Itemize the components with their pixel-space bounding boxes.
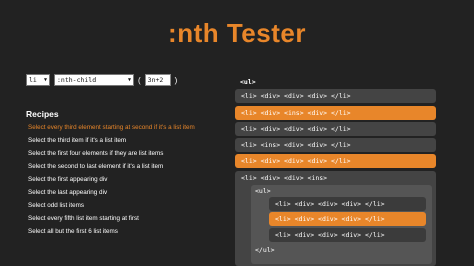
- nested-ul-open-tag: <ul>: [255, 187, 271, 195]
- nested-list-item: <li> <div> <div> <ins> <ul> <li> <div> <…: [235, 171, 436, 266]
- recipe-item[interactable]: Select the first four elements if they a…: [26, 147, 226, 160]
- nested-markup-row: <li> <div> <div> <div> </li>: [269, 197, 426, 211]
- nested-markup-row-highlighted: <li> <div> <div> <div> </li>: [269, 212, 426, 226]
- recipe-item[interactable]: Select odd list items: [26, 199, 226, 212]
- nested-ul-close-tag: </ul>: [255, 246, 275, 254]
- pseudo-class-select-value: :nth-child: [57, 76, 97, 84]
- selector-controls: li ▼ :nth-child ▼ ( ): [26, 73, 177, 87]
- recipe-item[interactable]: Select the second to last element if it'…: [26, 160, 226, 173]
- markup-row: <li> <div> <div> <div> </li>: [235, 122, 436, 136]
- chevron-down-icon: ▼: [43, 77, 47, 83]
- markup-row: <li> <div> <div> <div> </li>: [235, 89, 436, 103]
- recipe-item[interactable]: Select every fifth list item starting at…: [26, 212, 226, 225]
- page-title: :nth Tester: [168, 18, 306, 48]
- nested-row-header: <li> <div> <div> <ins>: [241, 174, 328, 182]
- formula-input[interactable]: [144, 74, 171, 86]
- recipes-heading: Recipes: [26, 109, 59, 119]
- markup-row-highlighted: <li> <div> <div> <div> </li>: [235, 154, 436, 168]
- ul-open-tag: <ul>: [240, 78, 256, 86]
- chevron-down-icon: ▼: [127, 77, 131, 83]
- recipe-item[interactable]: Select the last appearing div: [26, 186, 226, 199]
- element-select[interactable]: li ▼: [26, 74, 50, 86]
- nested-markup-row: <li> <div> <div> <div> </li>: [269, 228, 426, 242]
- recipe-item[interactable]: Select the first appearing div: [26, 173, 226, 186]
- open-paren: (: [138, 75, 141, 85]
- recipe-item[interactable]: Select the third item if it's a list ite…: [26, 134, 226, 147]
- close-paren: ): [174, 75, 178, 85]
- markup-row-highlighted: <li> <div> <ins> <div> </li>: [235, 106, 436, 120]
- pseudo-class-select[interactable]: :nth-child ▼: [54, 74, 134, 86]
- recipe-item[interactable]: Select every third element starting at s…: [26, 121, 226, 134]
- element-select-value: li: [29, 76, 37, 84]
- markup-row: <li> <ins> <div> <div> </li>: [235, 138, 436, 152]
- nested-ul: <ul> <li> <div> <div> <div> </li> <li> <…: [251, 185, 432, 264]
- recipes-list: Select every third element starting at s…: [26, 121, 226, 238]
- recipe-item[interactable]: Select all but the first 6 list items: [26, 225, 226, 238]
